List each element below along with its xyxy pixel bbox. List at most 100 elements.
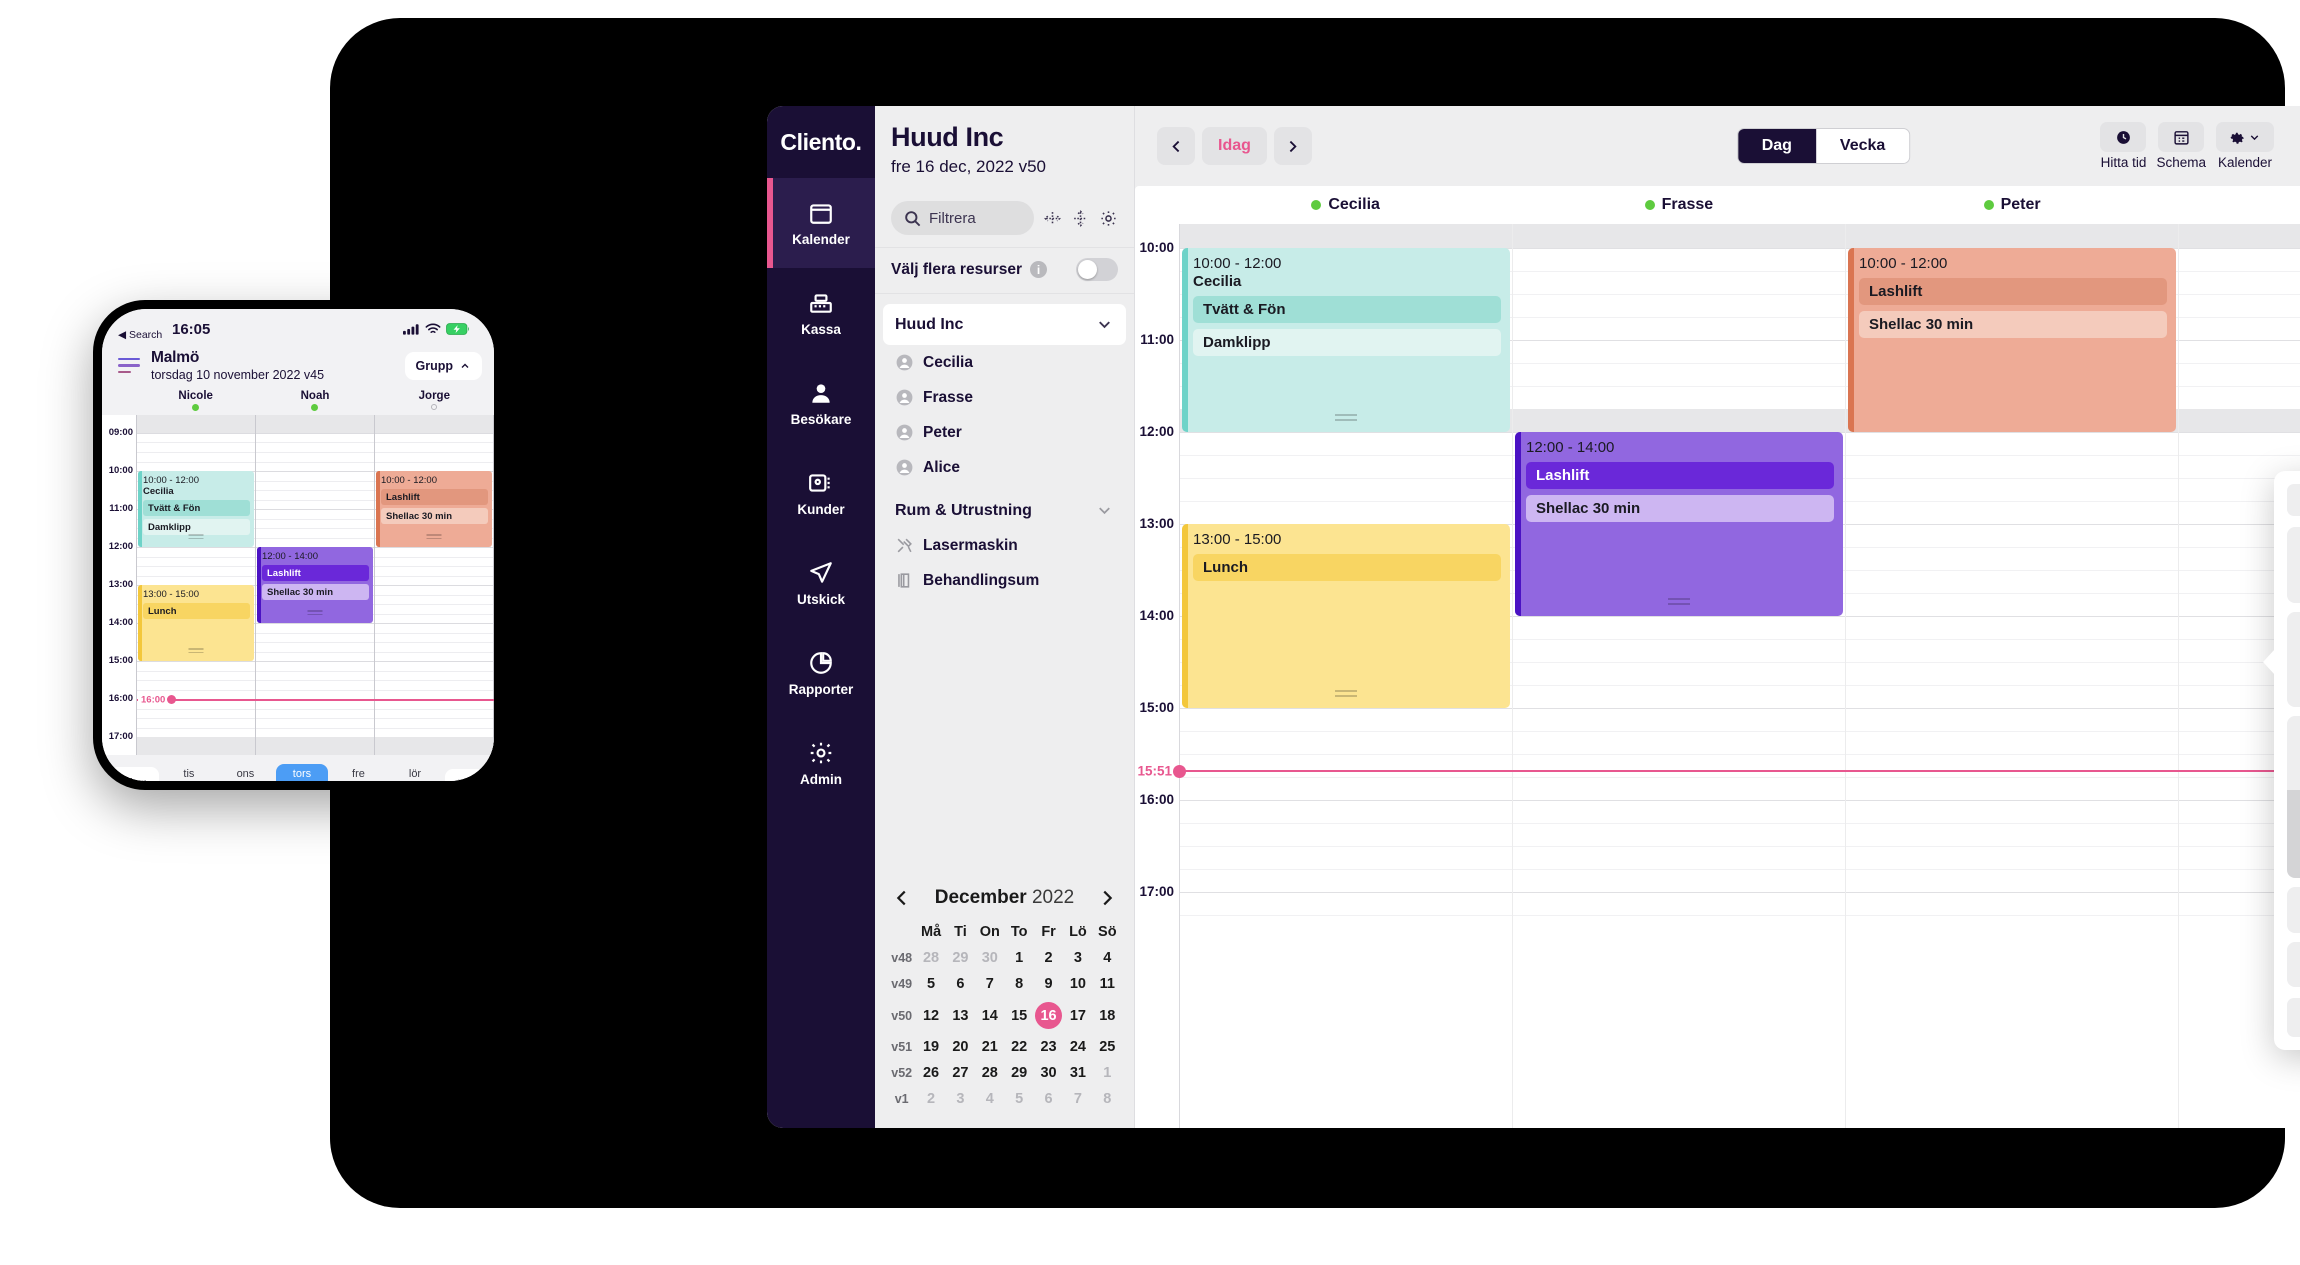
day-cell[interactable]: 22 xyxy=(1005,1034,1034,1060)
day-cell[interactable]: 31 xyxy=(1063,1060,1092,1086)
day-cell[interactable]: 30 xyxy=(1034,1060,1063,1086)
info-icon[interactable]: i xyxy=(1029,261,1047,278)
day-cell[interactable]: 8 xyxy=(1005,971,1034,997)
day-cell[interactable]: 5 xyxy=(1005,1086,1034,1112)
chevron-right-icon[interactable] xyxy=(1096,887,1118,909)
kalender-settings-button[interactable]: Kalender xyxy=(2216,122,2274,170)
phone-calendar-event[interactable]: 12:00 - 14:00 Lashlift Shellac 30 min xyxy=(257,547,373,623)
phone-calendar-event[interactable]: 10:00 - 12:00 Cecilia Tvätt & Fön Damkli… xyxy=(138,471,254,547)
day-cell[interactable]: 20 xyxy=(946,1034,975,1060)
day-cell[interactable]: 1 xyxy=(1093,1060,1122,1086)
day-cell[interactable]: 4 xyxy=(1093,945,1122,971)
calendar-event[interactable]: 10:00 - 12:00 Lashlift Shellac 30 min xyxy=(1848,248,2176,432)
day-cell[interactable]: 2 xyxy=(916,1086,945,1112)
resize-horizontal-icon[interactable] xyxy=(1043,209,1062,228)
resource-item-peter[interactable]: Peter xyxy=(875,415,1134,450)
phone-more-button[interactable]: ••• xyxy=(445,769,487,781)
event-resize-handle[interactable] xyxy=(1335,414,1357,422)
day-cell[interactable]: 26 xyxy=(916,1060,945,1086)
nav-item-kassa[interactable]: Kassa xyxy=(767,268,875,358)
alternativ-button[interactable]: Alternativ xyxy=(2287,997,2300,1037)
nav-item-kalender[interactable]: Kalender xyxy=(767,178,875,268)
tab-bokat-person[interactable]: Bokat person xyxy=(2287,484,2300,516)
prev-day-button[interactable] xyxy=(1157,127,1195,165)
day-cell[interactable]: 29 xyxy=(1005,1060,1034,1086)
day-cell[interactable]: 4 xyxy=(975,1086,1004,1112)
phone-day-tors-selected[interactable]: tors10 xyxy=(275,764,329,781)
day-cell[interactable]: 10 xyxy=(1063,971,1092,997)
resize-vertical-icon[interactable] xyxy=(1071,209,1090,228)
day-cell[interactable]: 18 xyxy=(1093,997,1122,1034)
calendar-column-cecilia[interactable]: 10:00 - 12:00 Cecilia Tvätt & Fön Damkli… xyxy=(1180,224,1513,1128)
calendar-event[interactable]: 12:00 - 14:00 Lashlift Shellac 30 min xyxy=(1515,432,1843,616)
hamburger-icon[interactable] xyxy=(118,357,140,374)
day-cell[interactable]: 17 xyxy=(1063,997,1092,1034)
day-cell[interactable]: 25 xyxy=(1093,1034,1122,1060)
nav-item-admin[interactable]: Admin xyxy=(767,718,875,808)
phone-event-resize-handle[interactable] xyxy=(307,610,323,617)
column-header-peter[interactable]: Peter xyxy=(1846,196,2179,214)
phone-event-resize-handle[interactable] xyxy=(426,534,442,541)
day-cell[interactable]: 12 xyxy=(916,997,945,1034)
day-cell[interactable]: 28 xyxy=(916,945,945,971)
day-cell[interactable]: 13 xyxy=(946,997,975,1034)
phone-event-resize-handle[interactable] xyxy=(188,534,204,541)
phone-day-lor[interactable]: lör12 xyxy=(389,764,442,781)
multi-resource-toggle-row[interactable]: Välj flera resurser i xyxy=(875,247,1134,294)
back-to-search-link[interactable]: ◀ Search xyxy=(118,329,162,341)
hitta-tid-button[interactable]: Hitta tid xyxy=(2100,122,2147,170)
tab-dag[interactable]: Dag xyxy=(1737,129,1816,163)
chevron-left-icon[interactable] xyxy=(891,887,913,909)
next-day-button[interactable] xyxy=(1273,127,1312,165)
phone-calendar-event[interactable]: 13:00 - 15:00 Lunch xyxy=(138,585,254,661)
phone-day-fre[interactable]: fre11 xyxy=(332,764,385,781)
phone-calendar-event[interactable]: 10:00 - 12:00 Lashlift Shellac 30 min xyxy=(376,471,492,547)
phone-column-header-jorge[interactable]: Jorge xyxy=(375,390,494,411)
calendar-event[interactable]: 13:00 - 15:00 Lunch xyxy=(1182,524,1510,708)
day-cell[interactable]: 8 xyxy=(1093,1086,1122,1112)
nav-item-besokare[interactable]: Besökare xyxy=(767,358,875,448)
room-item-lasermaskin[interactable]: Lasermaskin xyxy=(875,528,1134,563)
day-cell[interactable]: 9 xyxy=(1034,971,1063,997)
today-button[interactable]: Idag xyxy=(1202,127,1267,165)
grupp-button[interactable]: Grupp xyxy=(404,351,482,380)
room-item-behandlingsum[interactable]: Behandlingsum xyxy=(875,563,1134,598)
multi-resource-switch[interactable] xyxy=(1076,258,1118,281)
nav-item-kunder[interactable]: Kunder xyxy=(767,448,875,538)
day-cell[interactable]: 3 xyxy=(1063,945,1092,971)
day-cell[interactable]: 3 xyxy=(946,1086,975,1112)
calendar-column-frasse[interactable]: 12:00 - 14:00 Lashlift Shellac 30 min xyxy=(1513,224,1846,1128)
tab-vecka[interactable]: Vecka xyxy=(1816,129,1909,163)
phone-event-resize-handle[interactable] xyxy=(188,648,204,655)
rooms-section-header[interactable]: Rum & Utrustning xyxy=(875,485,1134,528)
day-cell[interactable]: 1 xyxy=(1005,945,1034,971)
day-cell[interactable]: 2 xyxy=(1034,945,1063,971)
day-cell[interactable]: 15 xyxy=(1005,997,1034,1034)
resource-item-cecilia[interactable]: Cecilia xyxy=(875,345,1134,380)
column-header-frasse[interactable]: Frasse xyxy=(1512,196,1845,214)
day-cell[interactable]: 7 xyxy=(975,971,1004,997)
schema-button[interactable]: Schema xyxy=(2156,122,2206,170)
event-resize-handle[interactable] xyxy=(1668,598,1690,606)
day-cell[interactable]: 6 xyxy=(946,971,975,997)
day-cell[interactable]: 23 xyxy=(1034,1034,1063,1060)
phone-column-header-nicole[interactable]: Nicole xyxy=(136,390,255,411)
day-cell-selected[interactable]: 16 xyxy=(1034,997,1063,1034)
day-cell[interactable]: 11 xyxy=(1093,971,1122,997)
day-cell[interactable]: 19 xyxy=(916,1034,945,1060)
filter-input[interactable]: Filtrera xyxy=(891,201,1034,235)
day-cell[interactable]: 14 xyxy=(975,997,1004,1034)
day-cell[interactable]: 28 xyxy=(975,1060,1004,1086)
add-note-button[interactable]: Lägg till anteckning xyxy=(2287,941,2300,987)
gear-icon[interactable] xyxy=(1099,209,1118,228)
event-resize-handle[interactable] xyxy=(1335,690,1357,698)
day-cell[interactable]: 21 xyxy=(975,1034,1004,1060)
phone-day-ons[interactable]: ons9 xyxy=(219,764,272,781)
day-cell[interactable]: 30 xyxy=(975,945,1004,971)
nav-item-utskick[interactable]: Utskick xyxy=(767,538,875,628)
phone-column-jorge[interactable]: 10:00 - 12:00 Lashlift Shellac 30 min xyxy=(375,415,494,755)
calendar-event[interactable]: 10:00 - 12:00 Cecilia Tvätt & Fön Damkli… xyxy=(1182,248,1510,432)
calendar-column-peter[interactable]: 10:00 - 12:00 Lashlift Shellac 30 min xyxy=(1846,224,2179,1128)
day-cell[interactable]: 29 xyxy=(946,945,975,971)
column-header-cecilia[interactable]: Cecilia xyxy=(1179,196,1512,214)
